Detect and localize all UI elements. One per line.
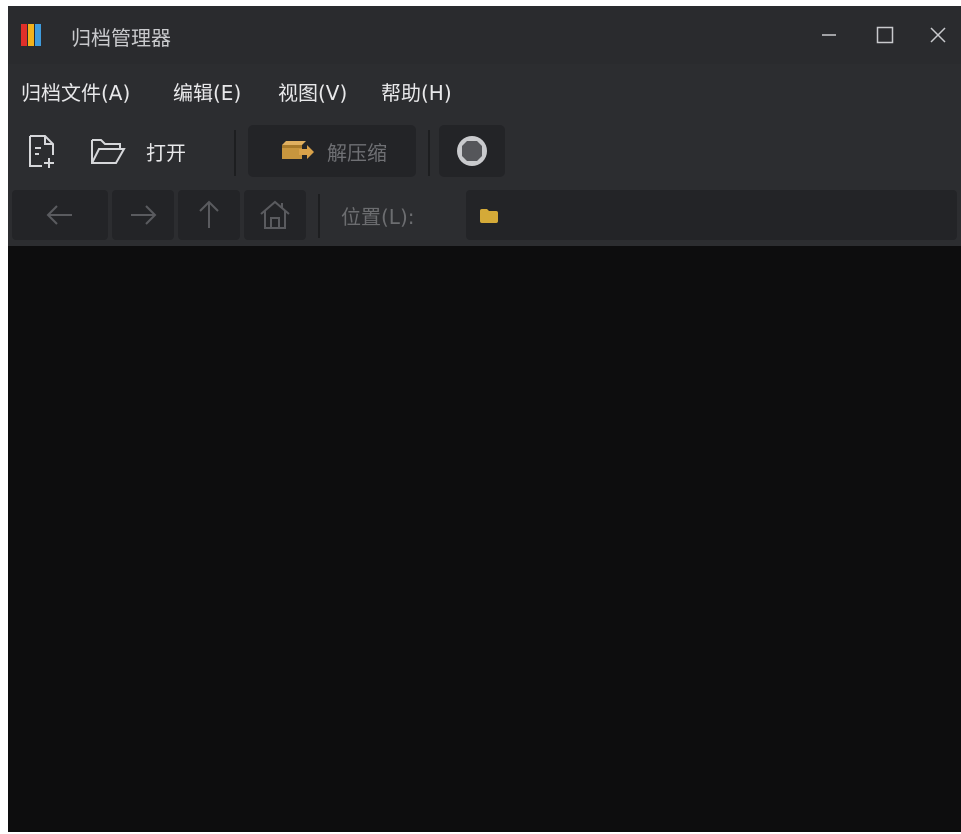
file-list-area[interactable] <box>8 246 961 832</box>
arrow-left-icon <box>46 205 72 225</box>
folder-open-icon <box>91 139 126 164</box>
home-button[interactable] <box>244 190 306 240</box>
close-icon <box>930 27 946 43</box>
open-label: 打开 <box>146 140 186 165</box>
menu-help[interactable]: 帮助(H) <box>381 77 452 106</box>
open-button[interactable]: 打开 <box>82 125 206 177</box>
stop-icon <box>457 136 487 166</box>
toolbar: 打开 解压缩 <box>8 118 961 188</box>
navbar-separator <box>318 194 320 238</box>
close-button[interactable] <box>921 18 955 52</box>
location-bar: 位置(L): <box>8 188 961 246</box>
window-title: 归档管理器 <box>71 26 171 50</box>
title-bar[interactable]: 归档管理器 <box>8 6 961 64</box>
menu-bar: 归档文件(A) 编辑(E) 视图(V) 帮助(H) <box>8 64 961 118</box>
location-field[interactable] <box>466 190 957 240</box>
archive-manager-icon <box>21 24 41 46</box>
location-label: 位置(L): <box>341 205 415 229</box>
up-button[interactable] <box>178 190 240 240</box>
toolbar-separator <box>234 130 236 176</box>
extract-button[interactable]: 解压缩 <box>248 125 416 177</box>
new-archive-icon <box>29 135 54 168</box>
new-archive-button[interactable] <box>20 125 64 177</box>
arrow-up-icon <box>199 200 219 228</box>
archive-manager-window: 归档管理器 归档文件(A) 编辑(E) 视图(V) 帮助(H) 打开 解压缩 位… <box>8 6 961 832</box>
home-icon <box>260 200 290 229</box>
toolbar-separator <box>428 130 430 176</box>
minimize-button[interactable] <box>812 18 846 52</box>
menu-archive[interactable]: 归档文件(A) <box>21 77 130 106</box>
menu-edit[interactable]: 编辑(E) <box>173 77 241 106</box>
extract-box-icon <box>282 141 314 159</box>
back-button[interactable] <box>12 190 108 240</box>
arrow-right-icon <box>131 205 157 225</box>
minimize-icon <box>822 34 836 36</box>
maximize-icon <box>876 26 894 44</box>
extract-label: 解压缩 <box>327 140 387 165</box>
stop-button[interactable] <box>439 125 505 177</box>
forward-button[interactable] <box>112 190 174 240</box>
menu-view[interactable]: 视图(V) <box>278 77 347 106</box>
maximize-button[interactable] <box>868 18 902 52</box>
folder-icon <box>480 209 498 223</box>
